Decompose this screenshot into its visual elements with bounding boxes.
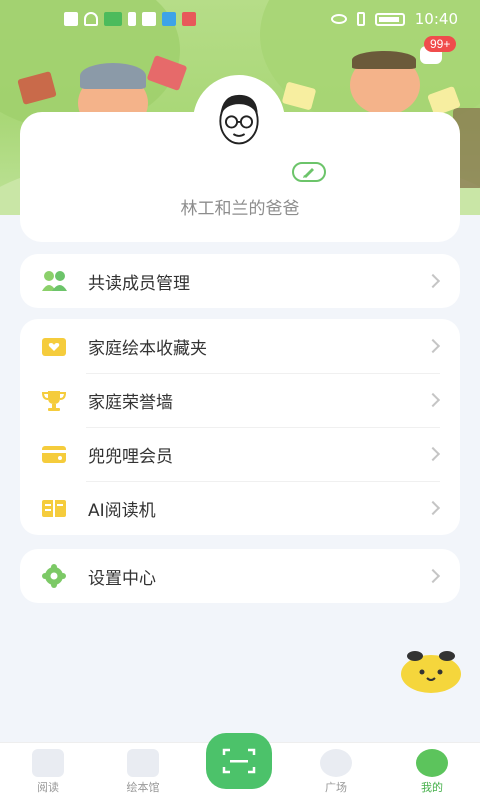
menu-group-members: 共读成员管理 — [20, 254, 460, 308]
menu-item-honor-wall[interactable]: 家庭荣誉墙 — [20, 373, 460, 427]
membership-card-icon — [42, 446, 66, 463]
battery-icon — [374, 12, 405, 26]
nav-item-mine[interactable]: 我的 — [402, 749, 462, 795]
menu-label: 家庭荣誉墙 — [88, 392, 173, 413]
floating-mascot-button[interactable] — [400, 648, 462, 694]
reader-icon — [42, 500, 66, 517]
menu-label: 设置中心 — [88, 568, 156, 589]
mascot-icon — [401, 651, 461, 693]
chevron-right-icon — [425, 338, 441, 354]
vibrate-icon — [356, 12, 365, 26]
usb-icon — [128, 12, 136, 26]
message-badge: 99+ — [424, 36, 457, 52]
library-icon — [127, 749, 159, 777]
role-label: 林工和兰的爸爸 — [180, 199, 300, 219]
nav-label: 绘本馆 — [126, 781, 160, 794]
menu-item-ai-reader[interactable]: AI阅读机 — [20, 481, 460, 535]
planet-icon — [320, 749, 352, 777]
menu-item-membership[interactable]: 兜兜哩会员 — [20, 427, 460, 481]
nav-label: 我的 — [421, 781, 443, 794]
nav-item-library[interactable]: 绘本馆 — [113, 749, 173, 795]
menu-label: 共读成员管理 — [88, 273, 190, 294]
search-app-icon — [162, 12, 176, 26]
mascot-icon — [416, 749, 448, 777]
book-app-icon — [182, 12, 196, 26]
nav-item-reading[interactable]: 阅读 — [18, 749, 78, 795]
chevron-right-icon — [425, 500, 441, 516]
warning-icon — [64, 12, 78, 26]
wifi-icon — [84, 12, 98, 26]
menu-label: AI阅读机 — [88, 500, 156, 521]
mail-icon — [142, 12, 156, 26]
nav-label: 阅读 — [37, 781, 59, 794]
app-icon — [104, 12, 122, 26]
user-avatar-icon — [197, 79, 281, 163]
scan-icon — [222, 748, 256, 774]
chevron-right-icon — [425, 273, 441, 289]
menu-item-favorites[interactable]: 家庭绘本收藏夹 — [20, 319, 460, 373]
pencil-icon — [303, 168, 314, 178]
nav-item-square[interactable]: 广场 — [306, 749, 366, 795]
menu-item-settings[interactable]: 设置中心 — [20, 549, 460, 603]
avatar[interactable] — [193, 75, 285, 167]
edit-profile-button[interactable] — [292, 162, 326, 182]
trophy-icon — [41, 391, 67, 411]
eye-icon — [330, 14, 347, 24]
scan-button[interactable] — [206, 733, 272, 789]
chevron-right-icon — [425, 392, 441, 408]
menu-label: 兜兜哩会员 — [88, 446, 173, 467]
status-bar: 10:40 — [0, 0, 480, 40]
bottom-nav: 阅读 绘本馆 广场 我的 — [0, 733, 480, 800]
nav-label: 广场 — [325, 781, 347, 794]
menu-item-members[interactable]: 共读成员管理 — [20, 254, 460, 308]
menu-label: 家庭绘本收藏夹 — [88, 338, 207, 359]
chevron-right-icon — [425, 446, 441, 462]
settings-gear-icon — [42, 564, 66, 588]
folder-heart-icon — [42, 338, 66, 356]
book-icon — [32, 749, 64, 777]
status-time: 10:40 — [414, 10, 458, 28]
members-icon — [42, 271, 67, 291]
chevron-right-icon — [425, 568, 441, 584]
menu-group-settings: 设置中心 — [20, 549, 460, 603]
menu-group-family: 家庭绘本收藏夹 家庭荣誉墙 兜兜哩会员 AI阅读机 — [20, 319, 460, 535]
